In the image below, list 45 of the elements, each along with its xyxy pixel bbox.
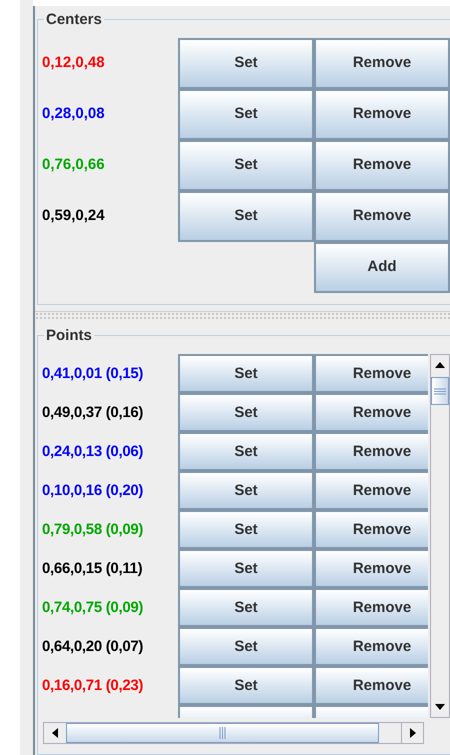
remove-button[interactable]: Remove [314,549,428,588]
set-button[interactable]: Set [178,432,314,472]
set-button[interactable]: Set [178,140,314,191]
remove-button[interactable]: Remove [314,510,428,550]
coordinate-label: 0,16,0,71 (0,23) [41,676,144,696]
set-button[interactable]: Set [178,354,314,394]
scroll-thumb[interactable] [66,723,379,744]
scroll-thumb[interactable] [431,377,449,406]
coordinate-label: 0,24,0,13 (0,06) [41,442,144,462]
coordinate-label: 0,79,0,58 (0,09) [41,520,144,540]
set-button[interactable]: Set [178,549,314,588]
remove-button[interactable]: Remove [314,354,428,394]
coordinate-label: 0,10,0,16 (0,20) [41,480,144,501]
set-button[interactable]: Set [178,471,314,510]
remove-button[interactable]: Remove [314,471,428,510]
set-button[interactable]: Set [178,89,314,140]
set-button[interactable]: Set [178,666,314,706]
remove-button[interactable]: Remove [314,432,428,472]
horizontal-scrollbar[interactable] [43,722,424,744]
set-button[interactable]: Set [178,393,314,432]
remove-button[interactable]: Remove [314,666,428,706]
coordinate-label: 0,28,0,08 [41,104,106,124]
remove-button[interactable]: Remove [314,191,450,242]
set-button[interactable]: Set [178,191,314,242]
remove-button[interactable]: Remove [314,627,428,666]
set-button[interactable]: Set [178,588,314,628]
remove-button[interactable]: Remove [314,588,428,628]
coordinate-label: 0,59,0,24 [41,206,106,226]
remove-button[interactable]: Remove [314,89,450,140]
splitter-bar[interactable] [35,311,450,322]
coordinate-label: 0,66,0,15 (0,11) [41,558,144,579]
remove-button[interactable]: Remove [314,140,450,191]
coordinate-label: 0,49,0,37 (0,16) [41,402,144,423]
set-button[interactable]: Set [178,38,314,89]
coordinate-label: 0,41,0,01 (0,15) [41,364,144,384]
set-button[interactable]: Set [178,510,314,550]
remove-button[interactable]: Remove [314,38,450,89]
set-button[interactable]: Set [178,627,314,666]
vertical-scrollbar[interactable] [430,354,450,718]
coordinate-label: 0,64,0,20 (0,07) [41,636,144,657]
coordinate-label: 0,74,0,75 (0,09) [41,598,144,618]
remove-button[interactable]: Remove [314,393,428,432]
add-button[interactable]: Add [314,242,450,293]
coordinate-label: 0,76,0,66 [41,155,106,176]
coordinate-label: 0,12,0,48 [41,53,106,74]
